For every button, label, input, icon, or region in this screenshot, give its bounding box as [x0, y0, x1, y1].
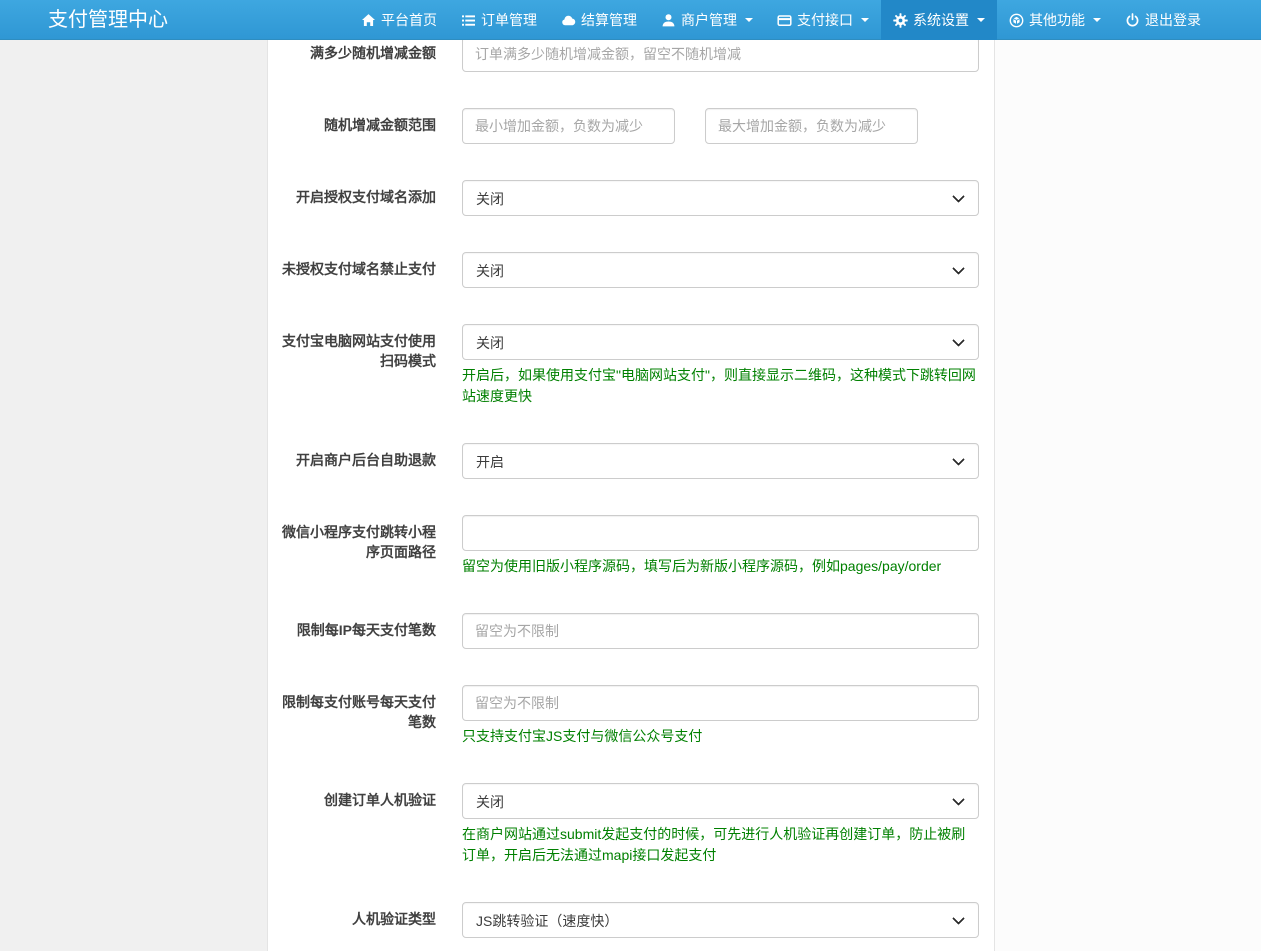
- nav-item-label: 结算管理: [581, 12, 637, 28]
- field-control-zone: [462, 613, 979, 649]
- select-value: JS跳转验证（速度快）: [476, 913, 619, 929]
- field-control-zone: 关闭: [462, 180, 979, 216]
- power-icon: [1125, 12, 1140, 28]
- main-nav: 平台首页 订单管理 结算管理 商户管理 支付接口 系统设置 其他功能 退出登录: [349, 0, 1213, 40]
- field-control-zone: 开启: [462, 443, 979, 479]
- field-label: 人机验证类型: [352, 911, 436, 927]
- field-control-zone: 关闭: [462, 252, 979, 288]
- form-row-unauth-domain-block: 未授权支付域名禁止支付 关闭: [268, 252, 994, 288]
- caret-down-icon: [745, 18, 753, 22]
- chevron-down-icon: [952, 262, 965, 275]
- random-amount-range-input-min[interactable]: [462, 108, 675, 144]
- captcha-type-select[interactable]: JS跳转验证（速度快）: [462, 902, 979, 938]
- account-daily-pay-limit-input[interactable]: [462, 685, 979, 721]
- form-row-alipay-pc-qrcode-mode: 支付宝电脑网站支付使用扫码模式 关闭 开启后，如果使用支付宝"电脑网站支付"，则直接…: [268, 324, 994, 407]
- field-label: 未授权支付域名禁止支付: [282, 261, 436, 277]
- nav-item-label: 订单管理: [481, 12, 537, 28]
- page-background-left: [0, 40, 267, 951]
- field-help-text: 留空为使用旧版小程序源码，填写后为新版小程序源码，例如pages/pay/ord…: [462, 558, 942, 574]
- credit-card-icon: [777, 13, 792, 28]
- form-row-merchant-self-refund: 开启商户后台自助退款 开启: [268, 443, 994, 479]
- merchant-self-refund-select[interactable]: 开启: [462, 443, 979, 479]
- nav-item-platform-home[interactable]: 平台首页: [349, 0, 449, 40]
- field-label: 开启授权支付域名添加: [296, 189, 436, 205]
- field-control-zone: JS跳转验证（速度快）: [462, 902, 979, 938]
- nav-item-label: 系统设置: [913, 12, 969, 28]
- nav-item-label: 平台首页: [381, 12, 437, 28]
- cube-circle-icon: [1009, 13, 1024, 28]
- chevron-down-icon: [952, 334, 965, 347]
- settings-form: 满多少随机增减金额随机增减金额范围开启授权支付域名添加关闭未授权支付域名禁止支付…: [268, 40, 994, 938]
- form-row-account-daily-pay-limit: 限制每支付账号每天支付笔数只支持支付宝JS支付与微信公众号支付: [268, 685, 994, 747]
- alipay-pc-qrcode-mode-select[interactable]: 关闭: [462, 324, 979, 360]
- form-row-ip-daily-pay-limit: 限制每IP每天支付笔数: [268, 613, 994, 649]
- form-row-random-amount-threshold: 满多少随机增减金额: [268, 40, 994, 72]
- user-icon: [661, 13, 676, 28]
- field-label: 限制每IP每天支付笔数: [296, 622, 436, 638]
- field-label: 满多少随机增减金额: [310, 45, 436, 61]
- select-value: 开启: [476, 454, 504, 470]
- cloud-icon: [561, 13, 576, 28]
- field-label: 随机增减金额范围: [324, 117, 436, 133]
- field-label: 支付宝电脑网站支付使用扫码模式: [282, 333, 436, 369]
- field-control-zone: 只支持支付宝JS支付与微信公众号支付: [462, 685, 979, 747]
- field-control-zone: 留空为使用旧版小程序源码，填写后为新版小程序源码，例如pages/pay/ord…: [462, 515, 979, 577]
- gear-icon: [893, 12, 908, 28]
- field-control-zone: [462, 108, 979, 144]
- field-control-zone: [462, 40, 979, 72]
- caret-down-icon: [1093, 18, 1101, 22]
- auth-pay-domain-add-select[interactable]: 关闭: [462, 180, 979, 216]
- field-control-zone: 关闭开启后，如果使用支付宝"电脑网站支付"，则直接显示二维码，这种模式下跳转回网…: [462, 324, 979, 407]
- field-help-text: 只支持支付宝JS支付与微信公众号支付: [462, 728, 703, 744]
- form-row-random-amount-range: 随机增减金额范围: [268, 108, 994, 144]
- list-icon: [461, 13, 476, 28]
- top-navbar: 支付管理中心 平台首页 订单管理 结算管理 商户管理 支付接口 系统设置 其他功能 退出登录: [0, 0, 1261, 40]
- settings-panel: 满多少随机增减金额随机增减金额范围开启授权支付域名添加关闭未授权支付域名禁止支付…: [267, 40, 995, 951]
- ip-daily-pay-limit-input[interactable]: [462, 613, 979, 649]
- nav-item-label: 退出登录: [1145, 12, 1201, 28]
- nav-item-label: 商户管理: [681, 12, 737, 28]
- form-row-order-captcha: 创建订单人机验证 关闭在商户网站通过submit发起支付的时候，可先进行人机验证再…: [268, 783, 994, 866]
- chevron-down-icon: [952, 190, 965, 203]
- nav-item-other-functions[interactable]: 其他功能: [997, 0, 1113, 40]
- select-value: 关闭: [476, 794, 504, 810]
- home-icon: [361, 13, 376, 28]
- chevron-down-icon: [952, 793, 965, 806]
- field-label: 开启商户后台自助退款: [296, 452, 436, 468]
- nav-item-pay-interface[interactable]: 支付接口: [765, 0, 881, 40]
- form-row-captcha-type: 人机验证类型 JS跳转验证（速度快）: [268, 902, 994, 938]
- wxmini-page-path-input[interactable]: [462, 515, 979, 551]
- nav-item-logout[interactable]: 退出登录: [1113, 0, 1213, 40]
- nav-item-order-manage[interactable]: 订单管理: [449, 0, 549, 40]
- field-label: 创建订单人机验证: [324, 792, 436, 808]
- nav-item-label: 其他功能: [1029, 12, 1085, 28]
- select-value: 关闭: [476, 191, 504, 207]
- field-control-zone: 关闭在商户网站通过submit发起支付的时候，可先进行人机验证再创建订单，防止被…: [462, 783, 979, 866]
- random-amount-threshold-input[interactable]: [462, 40, 979, 72]
- field-help-text: 开启后，如果使用支付宝"电脑网站支付"，则直接显示二维码，这种模式下跳转回网站速…: [462, 367, 976, 404]
- random-amount-range-input-max[interactable]: [705, 108, 918, 144]
- form-row-wxmini-page-path: 微信小程序支付跳转小程序页面路径留空为使用旧版小程序源码，填写后为新版小程序源码…: [268, 515, 994, 577]
- nav-item-merchant-manage[interactable]: 商户管理: [649, 0, 765, 40]
- order-captcha-select[interactable]: 关闭: [462, 783, 979, 819]
- field-input-pair: [462, 108, 979, 144]
- chevron-down-icon: [952, 912, 965, 925]
- app-title[interactable]: 支付管理中心: [0, 0, 168, 39]
- nav-item-system-settings[interactable]: 系统设置: [881, 0, 997, 40]
- field-help-text: 在商户网站通过submit发起支付的时候，可先进行人机验证再创建订单，防止被刷订…: [462, 826, 966, 863]
- nav-item-settle-manage[interactable]: 结算管理: [549, 0, 649, 40]
- caret-down-icon: [977, 18, 985, 22]
- nav-item-label: 支付接口: [797, 12, 853, 28]
- chevron-down-icon: [952, 453, 965, 466]
- select-value: 关闭: [476, 335, 504, 351]
- field-label: 限制每支付账号每天支付笔数: [282, 694, 436, 730]
- form-row-auth-pay-domain-add: 开启授权支付域名添加 关闭: [268, 180, 994, 216]
- caret-down-icon: [861, 18, 869, 22]
- select-value: 关闭: [476, 263, 504, 279]
- unauth-domain-block-select[interactable]: 关闭: [462, 252, 979, 288]
- field-label: 微信小程序支付跳转小程序页面路径: [282, 524, 436, 560]
